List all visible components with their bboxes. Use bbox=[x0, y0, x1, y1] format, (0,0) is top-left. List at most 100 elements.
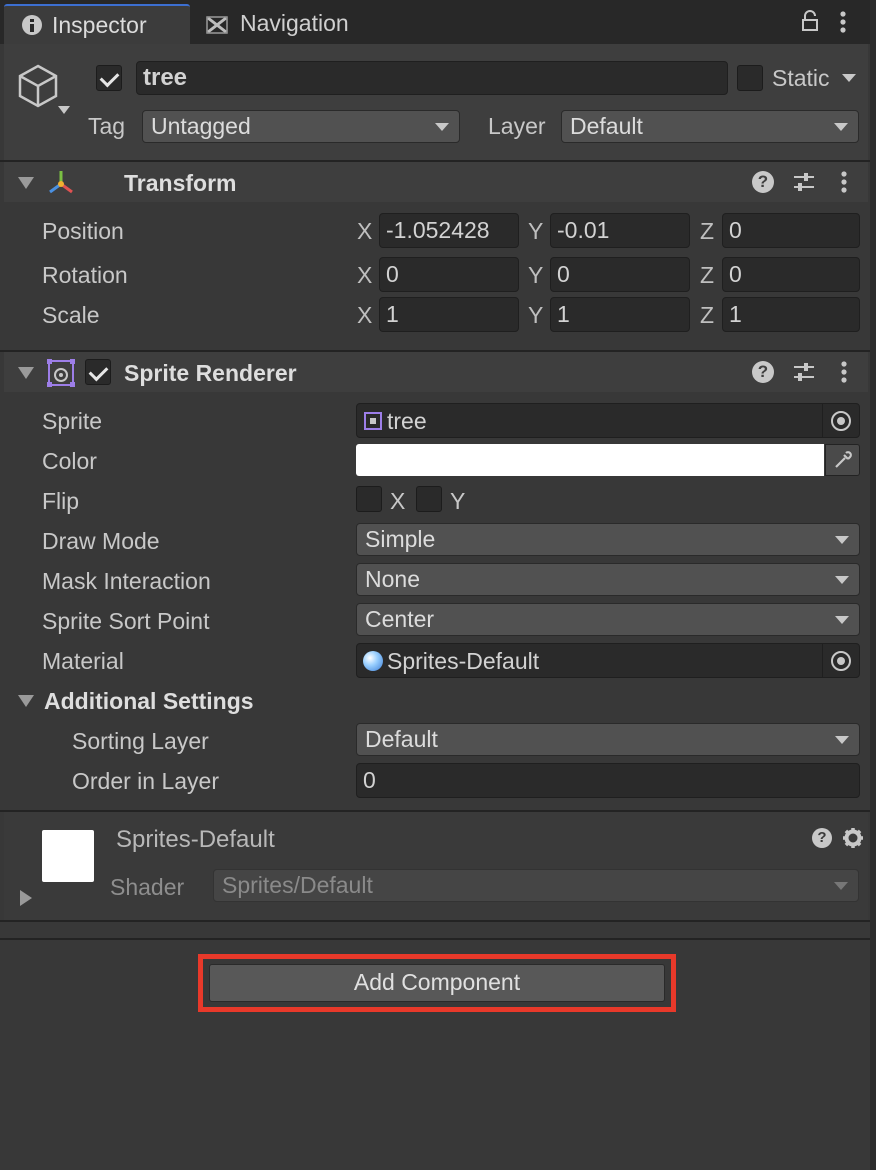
rotation-x-input[interactable]: 0 bbox=[379, 257, 519, 292]
sprite-renderer-enabled-checkbox[interactable] bbox=[85, 359, 111, 385]
flip-y-label: Y bbox=[450, 488, 466, 514]
additional-settings-label[interactable]: Additional Settings bbox=[44, 687, 254, 715]
divider bbox=[0, 938, 870, 940]
rotation-y-input[interactable]: 0 bbox=[550, 257, 690, 292]
add-component-button[interactable]: Add Component bbox=[209, 964, 665, 1002]
static-label[interactable]: Static bbox=[772, 64, 830, 92]
sorting-layer-label: Sorting Layer bbox=[72, 728, 209, 754]
component-menu-icon[interactable] bbox=[839, 360, 849, 384]
scale-label[interactable]: Scale bbox=[42, 301, 100, 329]
sprite-renderer-foldout-icon[interactable] bbox=[18, 367, 34, 379]
gameobject-cube-icon[interactable] bbox=[16, 62, 74, 118]
transform-title: Transform bbox=[124, 170, 237, 196]
transform-foldout-icon[interactable] bbox=[18, 177, 34, 189]
scale-y-axis[interactable]: Y bbox=[528, 301, 543, 329]
gear-icon[interactable] bbox=[842, 827, 864, 849]
lock-icon[interactable] bbox=[800, 10, 820, 32]
position-x-axis[interactable]: X bbox=[357, 217, 372, 245]
draw-mode-label: Draw Mode bbox=[42, 528, 160, 554]
chevron-down-icon bbox=[835, 736, 849, 744]
order-in-layer-input[interactable]: 0 bbox=[356, 763, 860, 798]
help-icon[interactable]: ? bbox=[752, 171, 774, 193]
draw-mode-dropdown[interactable]: Simple bbox=[356, 523, 860, 556]
scale-x-value: 1 bbox=[386, 301, 399, 327]
flip-x-checkbox[interactable] bbox=[356, 486, 382, 512]
gameobject-name-input[interactable]: tree bbox=[136, 61, 728, 95]
rotation-y-axis[interactable]: Y bbox=[528, 261, 543, 289]
check-icon bbox=[88, 361, 109, 382]
draw-mode-value: Simple bbox=[365, 526, 436, 552]
flip-y-checkbox[interactable] bbox=[416, 486, 442, 512]
static-checkbox[interactable] bbox=[737, 65, 763, 91]
tab-menu-icon[interactable] bbox=[838, 10, 848, 34]
rotation-x-axis[interactable]: X bbox=[357, 261, 372, 289]
tag-label: Tag bbox=[88, 113, 126, 139]
sprite-sort-point-dropdown[interactable]: Center bbox=[356, 603, 860, 636]
mask-interaction-value: None bbox=[365, 566, 420, 592]
navigation-icon bbox=[206, 16, 228, 34]
material-value: Sprites-Default bbox=[387, 648, 540, 674]
shader-dropdown: Sprites/Default bbox=[213, 869, 859, 902]
sprite-sort-point-value: Center bbox=[365, 606, 435, 632]
tag-dropdown[interactable]: Untagged bbox=[142, 110, 460, 143]
shader-value: Sprites/Default bbox=[222, 872, 373, 898]
static-dropdown-icon[interactable] bbox=[842, 74, 856, 82]
gameobject-active-checkbox[interactable] bbox=[96, 65, 122, 91]
object-picker-icon[interactable] bbox=[822, 644, 859, 677]
material-preview-swatch bbox=[42, 830, 94, 882]
position-y-input[interactable]: -0.01 bbox=[550, 213, 690, 248]
scrollbar-track[interactable] bbox=[870, 0, 876, 1170]
rotation-z-axis[interactable]: Z bbox=[700, 261, 714, 289]
material-object-field[interactable]: Sprites-Default bbox=[356, 643, 860, 678]
chevron-down-icon bbox=[835, 536, 849, 544]
sorting-layer-dropdown[interactable]: Default bbox=[356, 723, 860, 756]
sprite-label: Sprite bbox=[42, 408, 103, 434]
eyedropper-button[interactable] bbox=[825, 444, 860, 476]
component-menu-icon[interactable] bbox=[839, 170, 849, 194]
help-icon[interactable]: ? bbox=[812, 828, 832, 848]
scale-y-input[interactable]: 1 bbox=[550, 297, 690, 332]
position-y-value: -0.01 bbox=[557, 217, 610, 243]
scale-x-input[interactable]: 1 bbox=[379, 297, 519, 332]
position-label[interactable]: Position bbox=[42, 217, 124, 245]
tab-inspector[interactable]: Inspector bbox=[4, 4, 190, 44]
tab-navigation[interactable]: Navigation bbox=[192, 4, 382, 44]
chevron-down-icon bbox=[435, 123, 449, 131]
layer-dropdown[interactable]: Default bbox=[561, 110, 859, 143]
color-swatch[interactable] bbox=[356, 444, 824, 476]
eyedropper-icon bbox=[833, 450, 853, 470]
help-icon[interactable]: ? bbox=[752, 361, 774, 383]
presets-icon[interactable] bbox=[792, 361, 816, 383]
material-foldout-icon[interactable] bbox=[20, 890, 32, 906]
position-z-value: 0 bbox=[729, 217, 742, 243]
chevron-down-icon bbox=[835, 576, 849, 584]
presets-icon[interactable] bbox=[792, 171, 816, 193]
divider bbox=[0, 920, 870, 922]
rotation-z-input[interactable]: 0 bbox=[722, 257, 860, 292]
rotation-label[interactable]: Rotation bbox=[42, 261, 128, 289]
sprite-object-field[interactable]: tree bbox=[356, 403, 860, 438]
rotation-y-value: 0 bbox=[557, 261, 570, 287]
position-z-input[interactable]: 0 bbox=[722, 213, 860, 248]
scale-z-value: 1 bbox=[729, 301, 742, 327]
object-picker-icon[interactable] bbox=[822, 404, 859, 437]
scale-x-axis[interactable]: X bbox=[357, 301, 372, 329]
sprite-asset-icon bbox=[363, 411, 383, 431]
layer-value: Default bbox=[570, 113, 643, 139]
chevron-down-icon bbox=[834, 882, 848, 890]
order-in-layer-value: 0 bbox=[363, 767, 376, 793]
position-x-input[interactable]: -1.052428 bbox=[379, 213, 519, 248]
scale-z-input[interactable]: 1 bbox=[722, 297, 860, 332]
sprite-renderer-icon bbox=[46, 358, 76, 388]
scale-z-axis[interactable]: Z bbox=[700, 301, 714, 329]
sprite-renderer-title: Sprite Renderer bbox=[124, 360, 297, 386]
tab-inspector-label: Inspector bbox=[52, 12, 147, 38]
color-label: Color bbox=[42, 448, 97, 474]
order-in-layer-label[interactable]: Order in Layer bbox=[72, 767, 219, 795]
additional-settings-foldout-icon[interactable] bbox=[18, 695, 34, 707]
mask-interaction-dropdown[interactable]: None bbox=[356, 563, 860, 596]
tag-value: Untagged bbox=[151, 113, 251, 139]
position-y-axis[interactable]: Y bbox=[528, 217, 543, 245]
position-z-axis[interactable]: Z bbox=[700, 217, 714, 245]
rotation-z-value: 0 bbox=[729, 261, 742, 287]
